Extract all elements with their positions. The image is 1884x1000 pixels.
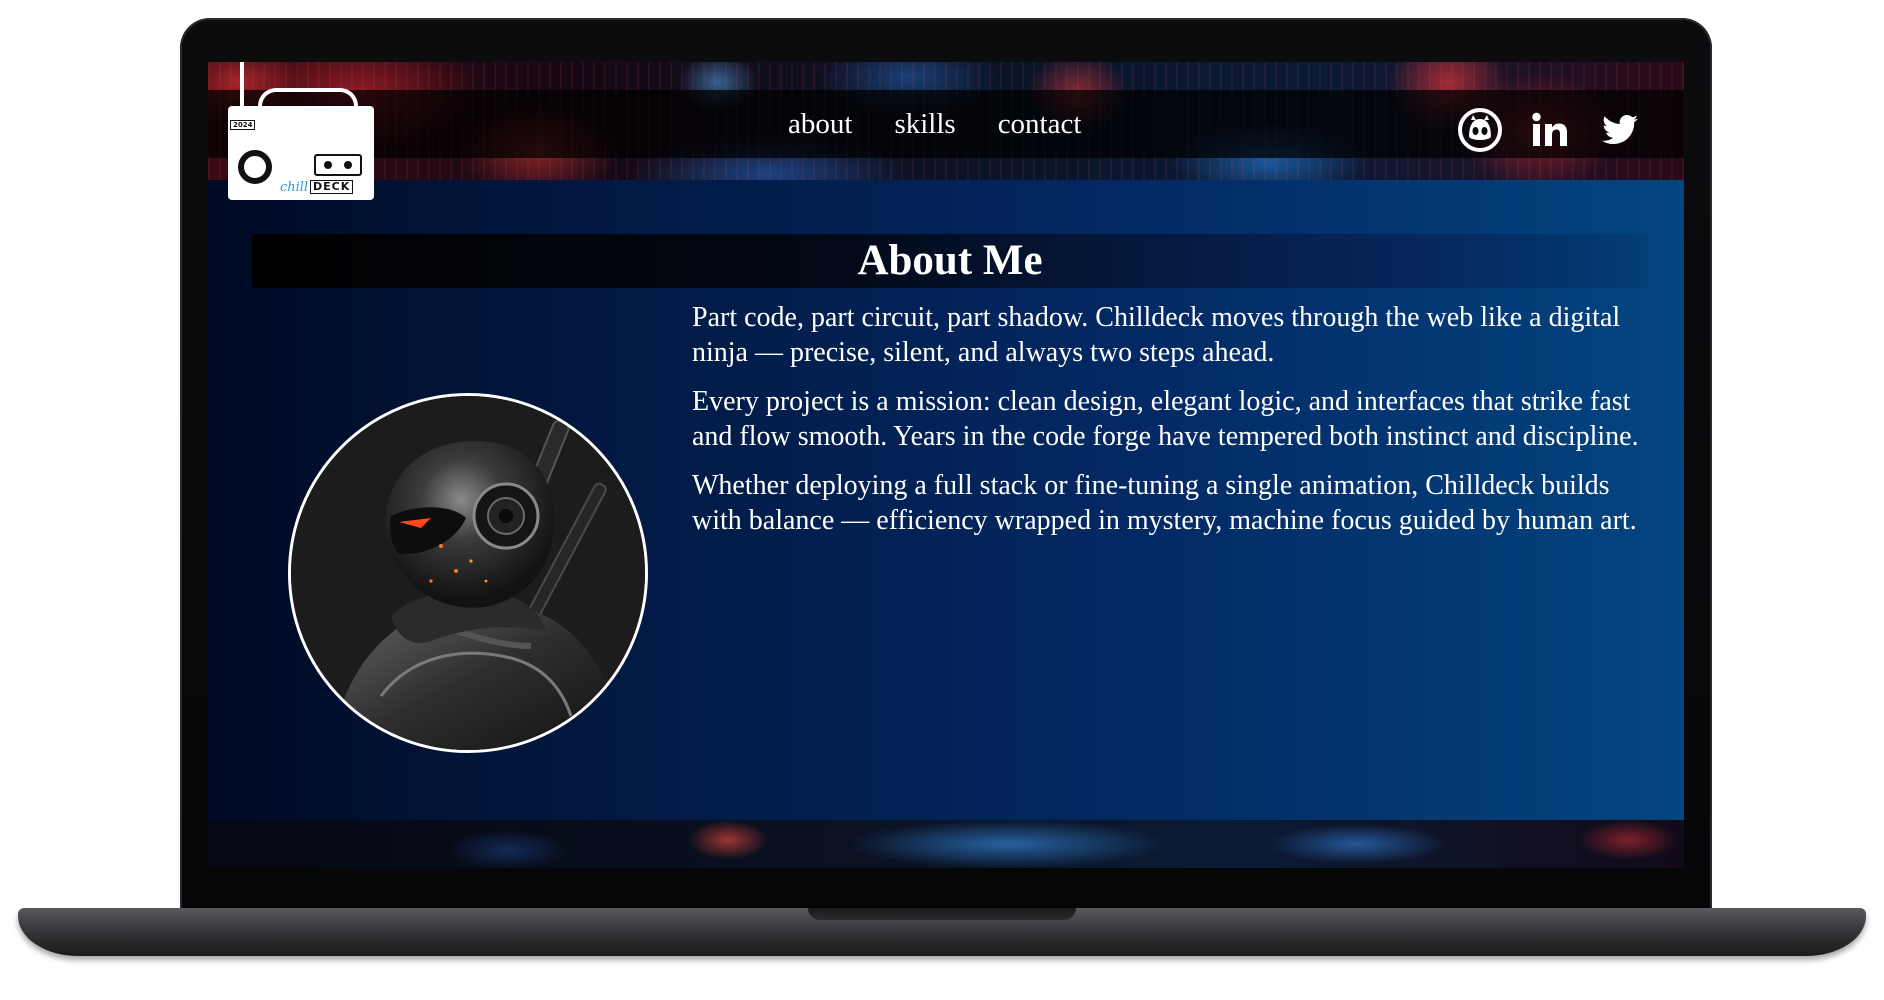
cassette-reel — [324, 161, 332, 169]
laptop-screen: 2024 chill DECK about skills contact Abo… — [208, 62, 1684, 868]
nav-menu: about skills contact — [788, 90, 1081, 158]
logo-script-text: chill — [280, 180, 309, 195]
speaker-icon — [238, 150, 272, 184]
section-heading: About Me — [857, 237, 1043, 284]
cassette-reel — [344, 161, 352, 169]
nav-link-contact[interactable]: contact — [998, 108, 1082, 141]
social-links — [1456, 106, 1644, 154]
profile-avatar — [288, 393, 648, 753]
radio-handle — [258, 88, 358, 106]
heading-bar: About Me — [252, 234, 1648, 288]
twitter-icon[interactable] — [1596, 106, 1644, 154]
cassette-icon — [314, 154, 362, 176]
bio-paragraph: Whether deploying a full stack or fine-t… — [692, 470, 1637, 536]
bio-paragraph: Part code, part circuit, part shadow. Ch… — [692, 302, 1621, 368]
logo-block-text: DECK — [310, 180, 354, 194]
footer-banner — [208, 820, 1684, 868]
nav-link-skills[interactable]: skills — [894, 108, 955, 141]
logo-year: 2024 — [230, 120, 256, 130]
laptop-mockup: 2024 chill DECK about skills contact Abo… — [0, 0, 1884, 1000]
radio-antenna — [240, 62, 244, 106]
github-icon[interactable] — [1456, 106, 1504, 154]
linkedin-icon[interactable] — [1526, 106, 1574, 154]
about-section: About Me Part code, part circuit, part s… — [208, 180, 1684, 820]
bio-text: Part code, part circuit, part shadow. Ch… — [692, 300, 1642, 552]
site-logo[interactable]: 2024 chill DECK — [228, 62, 374, 200]
bio-paragraph: Every project is a mission: clean design… — [692, 386, 1639, 452]
laptop-notch — [808, 908, 1076, 920]
nav-link-about[interactable]: about — [788, 108, 852, 141]
